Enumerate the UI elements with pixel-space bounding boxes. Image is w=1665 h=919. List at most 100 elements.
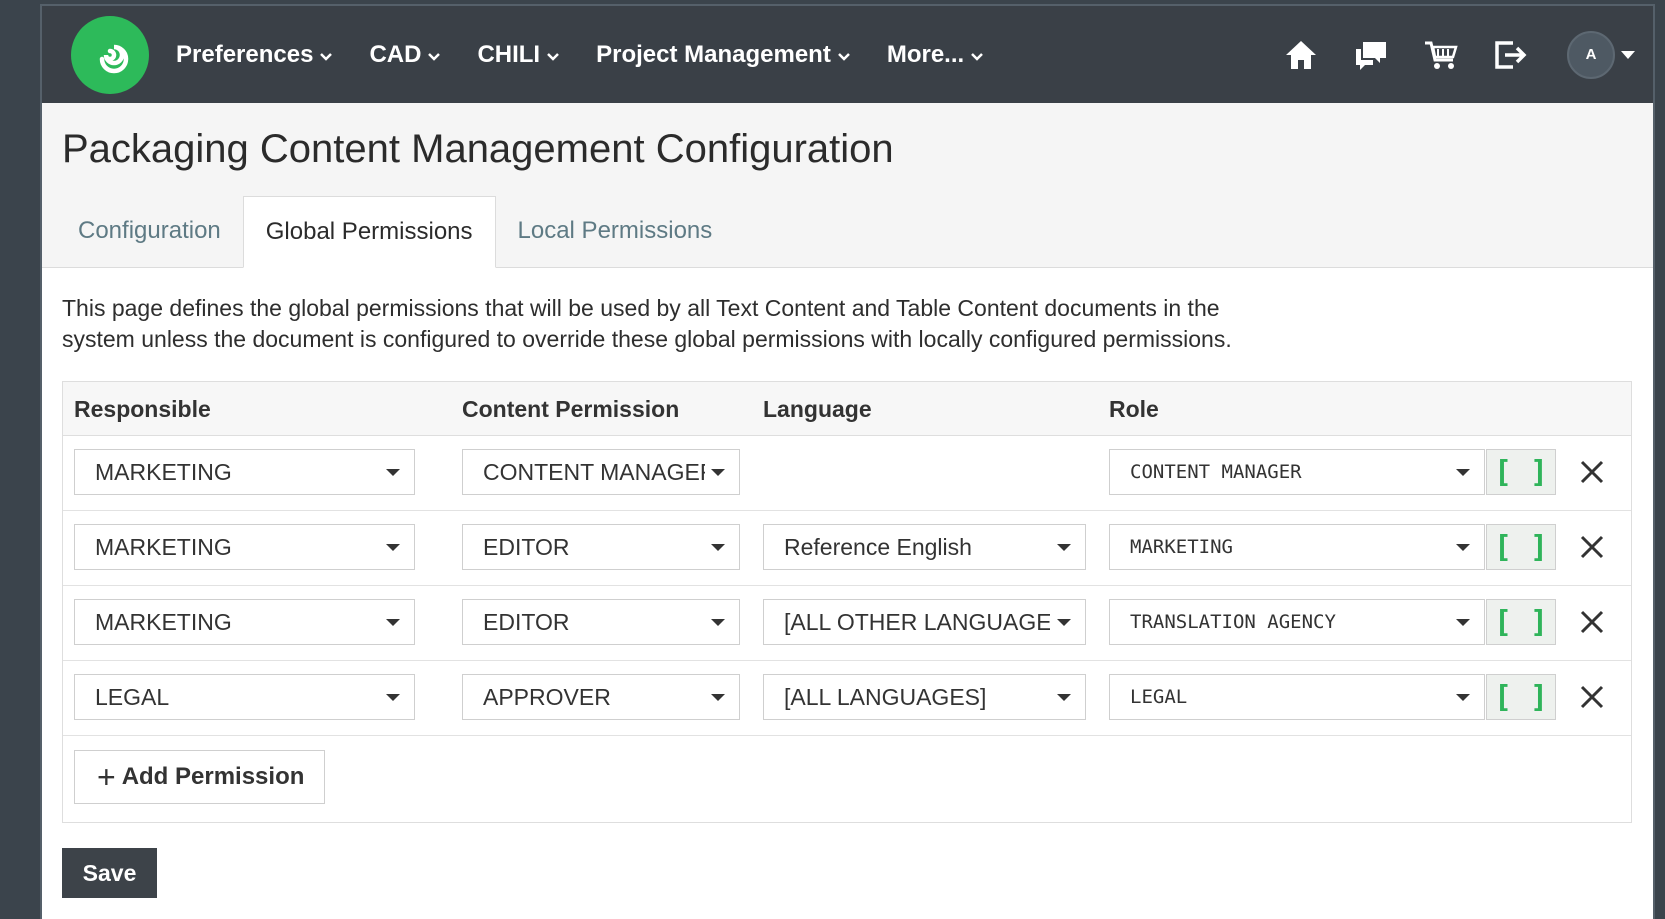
nav-project-management[interactable]: Project Management	[596, 41, 851, 69]
caret-down-icon	[1456, 694, 1470, 701]
table-row: LEGAL APPROVER [ALL LANGUAGES] LEGAL [ ]	[63, 661, 1631, 736]
header-content-permission: Content Permission	[462, 396, 680, 422]
content-permission-select[interactable]: CONTENT MANAGER	[462, 449, 740, 495]
caret-down-icon	[386, 694, 400, 701]
caret-down-icon	[1057, 694, 1071, 701]
language-select[interactable]: [ALL OTHER LANGUAGES]	[763, 599, 1086, 645]
add-permission-button[interactable]: + Add Permission	[74, 750, 326, 804]
close-icon	[1580, 610, 1604, 634]
cart-icon[interactable]	[1421, 35, 1461, 75]
nav-label: CHILI	[477, 40, 541, 68]
language-select[interactable]: Reference English	[763, 524, 1086, 570]
table-row: MARKETING EDITOR [ALL OTHER LANGUAGES] T…	[63, 586, 1631, 661]
tab-bar: Configuration Global Permissions Local P…	[56, 196, 734, 268]
tab-local-permissions[interactable]: Local Permissions	[496, 196, 735, 266]
delete-permission-button[interactable]	[1577, 682, 1607, 712]
header-actions: A	[1251, 6, 1653, 103]
caret-down-icon	[386, 469, 400, 476]
nav-label: Project Management	[596, 40, 831, 68]
role-select[interactable]: LEGAL	[1109, 674, 1485, 720]
language-select[interactable]: [ALL LANGUAGES]	[763, 674, 1086, 720]
user-menu[interactable]: A	[1567, 30, 1635, 79]
save-button[interactable]: Save	[62, 848, 157, 898]
description-line: This page defines the global permissions…	[62, 295, 1220, 321]
swirl-logo-icon[interactable]	[71, 16, 149, 94]
caret-down-icon	[711, 619, 725, 626]
tab-global-permissions[interactable]: Global Permissions	[242, 196, 496, 268]
select-value: LEGAL	[95, 684, 170, 710]
select-value: [ALL OTHER LANGUAGES]	[784, 609, 1050, 635]
page-description: This page defines the global permissions…	[62, 293, 1362, 355]
select-value: Reference English	[784, 534, 972, 560]
main-nav: Preferences CAD CHILI Project Management	[176, 6, 1020, 103]
select-value: EDITOR	[483, 534, 570, 560]
select-value: MARKETING	[1130, 536, 1233, 558]
top-navbar: Preferences CAD CHILI Project Management	[42, 6, 1653, 103]
caret-down-icon	[1456, 469, 1470, 476]
home-icon[interactable]	[1281, 35, 1321, 75]
close-icon	[1580, 535, 1604, 559]
delete-permission-button[interactable]	[1577, 532, 1607, 562]
chevron-down-icon	[546, 41, 560, 69]
delete-permission-button[interactable]	[1577, 457, 1607, 487]
nav-chili[interactable]: CHILI	[477, 41, 560, 69]
responsible-select[interactable]: MARKETING	[74, 449, 415, 495]
chevron-down-icon	[970, 41, 984, 69]
nav-label: More...	[886, 40, 965, 68]
nav-more[interactable]: More...	[887, 41, 984, 69]
table-row: MARKETING CONTENT MANAGER CONTENT MANAGE…	[63, 436, 1631, 511]
page-title: Packaging Content Management Configurati…	[62, 127, 894, 171]
header-language: Language	[763, 396, 872, 422]
caret-down-icon	[1456, 619, 1470, 626]
add-permission-label: Add Permission	[121, 763, 305, 790]
content-permission-select[interactable]: EDITOR	[462, 599, 740, 645]
delete-permission-button[interactable]	[1577, 607, 1607, 637]
role-selector-button[interactable]: [ ]	[1486, 524, 1556, 570]
role-selector-button[interactable]: [ ]	[1486, 674, 1556, 720]
responsible-select[interactable]: MARKETING	[74, 599, 415, 645]
description-line: system unless the document is configured…	[62, 326, 1232, 352]
role-select[interactable]: MARKETING	[1109, 524, 1485, 570]
role-selector-button[interactable]: [ ]	[1486, 599, 1556, 645]
logout-icon[interactable]	[1491, 35, 1531, 75]
caret-down-icon	[711, 694, 725, 701]
content-permission-select[interactable]: APPROVER	[462, 674, 740, 720]
nav-label: CAD	[369, 40, 422, 68]
nav-cad[interactable]: CAD	[369, 41, 441, 69]
caret-down-icon	[386, 619, 400, 626]
close-icon	[1580, 460, 1604, 484]
role-select[interactable]: TRANSLATION AGENCY	[1109, 599, 1485, 645]
select-value: CONTENT MANAGER	[1130, 461, 1302, 483]
select-value: MARKETING	[95, 459, 232, 485]
select-value: [ALL LANGUAGES]	[784, 684, 987, 710]
role-selector-button[interactable]: [ ]	[1486, 449, 1556, 495]
select-value: APPROVER	[483, 684, 611, 710]
caret-down-icon	[1057, 544, 1071, 551]
chevron-down-icon	[837, 41, 851, 69]
nav-label: Preferences	[176, 40, 314, 68]
table-header: Responsible Content Permission Language …	[63, 382, 1631, 436]
select-value: MARKETING	[95, 609, 232, 635]
page-header: Packaging Content Management Configurati…	[42, 103, 1653, 268]
responsible-select[interactable]: LEGAL	[74, 674, 415, 720]
caret-down-icon	[1621, 46, 1635, 64]
tab-configuration[interactable]: Configuration	[56, 196, 243, 266]
select-value: TRANSLATION AGENCY	[1130, 611, 1336, 633]
header-role: Role	[1109, 396, 1159, 422]
permissions-table: Responsible Content Permission Language …	[62, 381, 1632, 823]
chat-icon[interactable]	[1351, 35, 1391, 75]
responsible-select[interactable]: MARKETING	[74, 524, 415, 570]
caret-down-icon	[386, 544, 400, 551]
caret-down-icon	[711, 544, 725, 551]
select-value: LEGAL	[1130, 686, 1188, 708]
chevron-down-icon	[427, 41, 441, 69]
caret-down-icon	[1456, 544, 1470, 551]
role-select[interactable]: CONTENT MANAGER	[1109, 449, 1485, 495]
plus-icon: +	[97, 759, 116, 795]
caret-down-icon	[1057, 619, 1071, 626]
nav-preferences[interactable]: Preferences	[176, 41, 333, 69]
select-value: EDITOR	[483, 609, 570, 635]
content-permission-select[interactable]: EDITOR	[462, 524, 740, 570]
chevron-down-icon	[319, 41, 333, 69]
caret-down-icon	[711, 469, 725, 476]
